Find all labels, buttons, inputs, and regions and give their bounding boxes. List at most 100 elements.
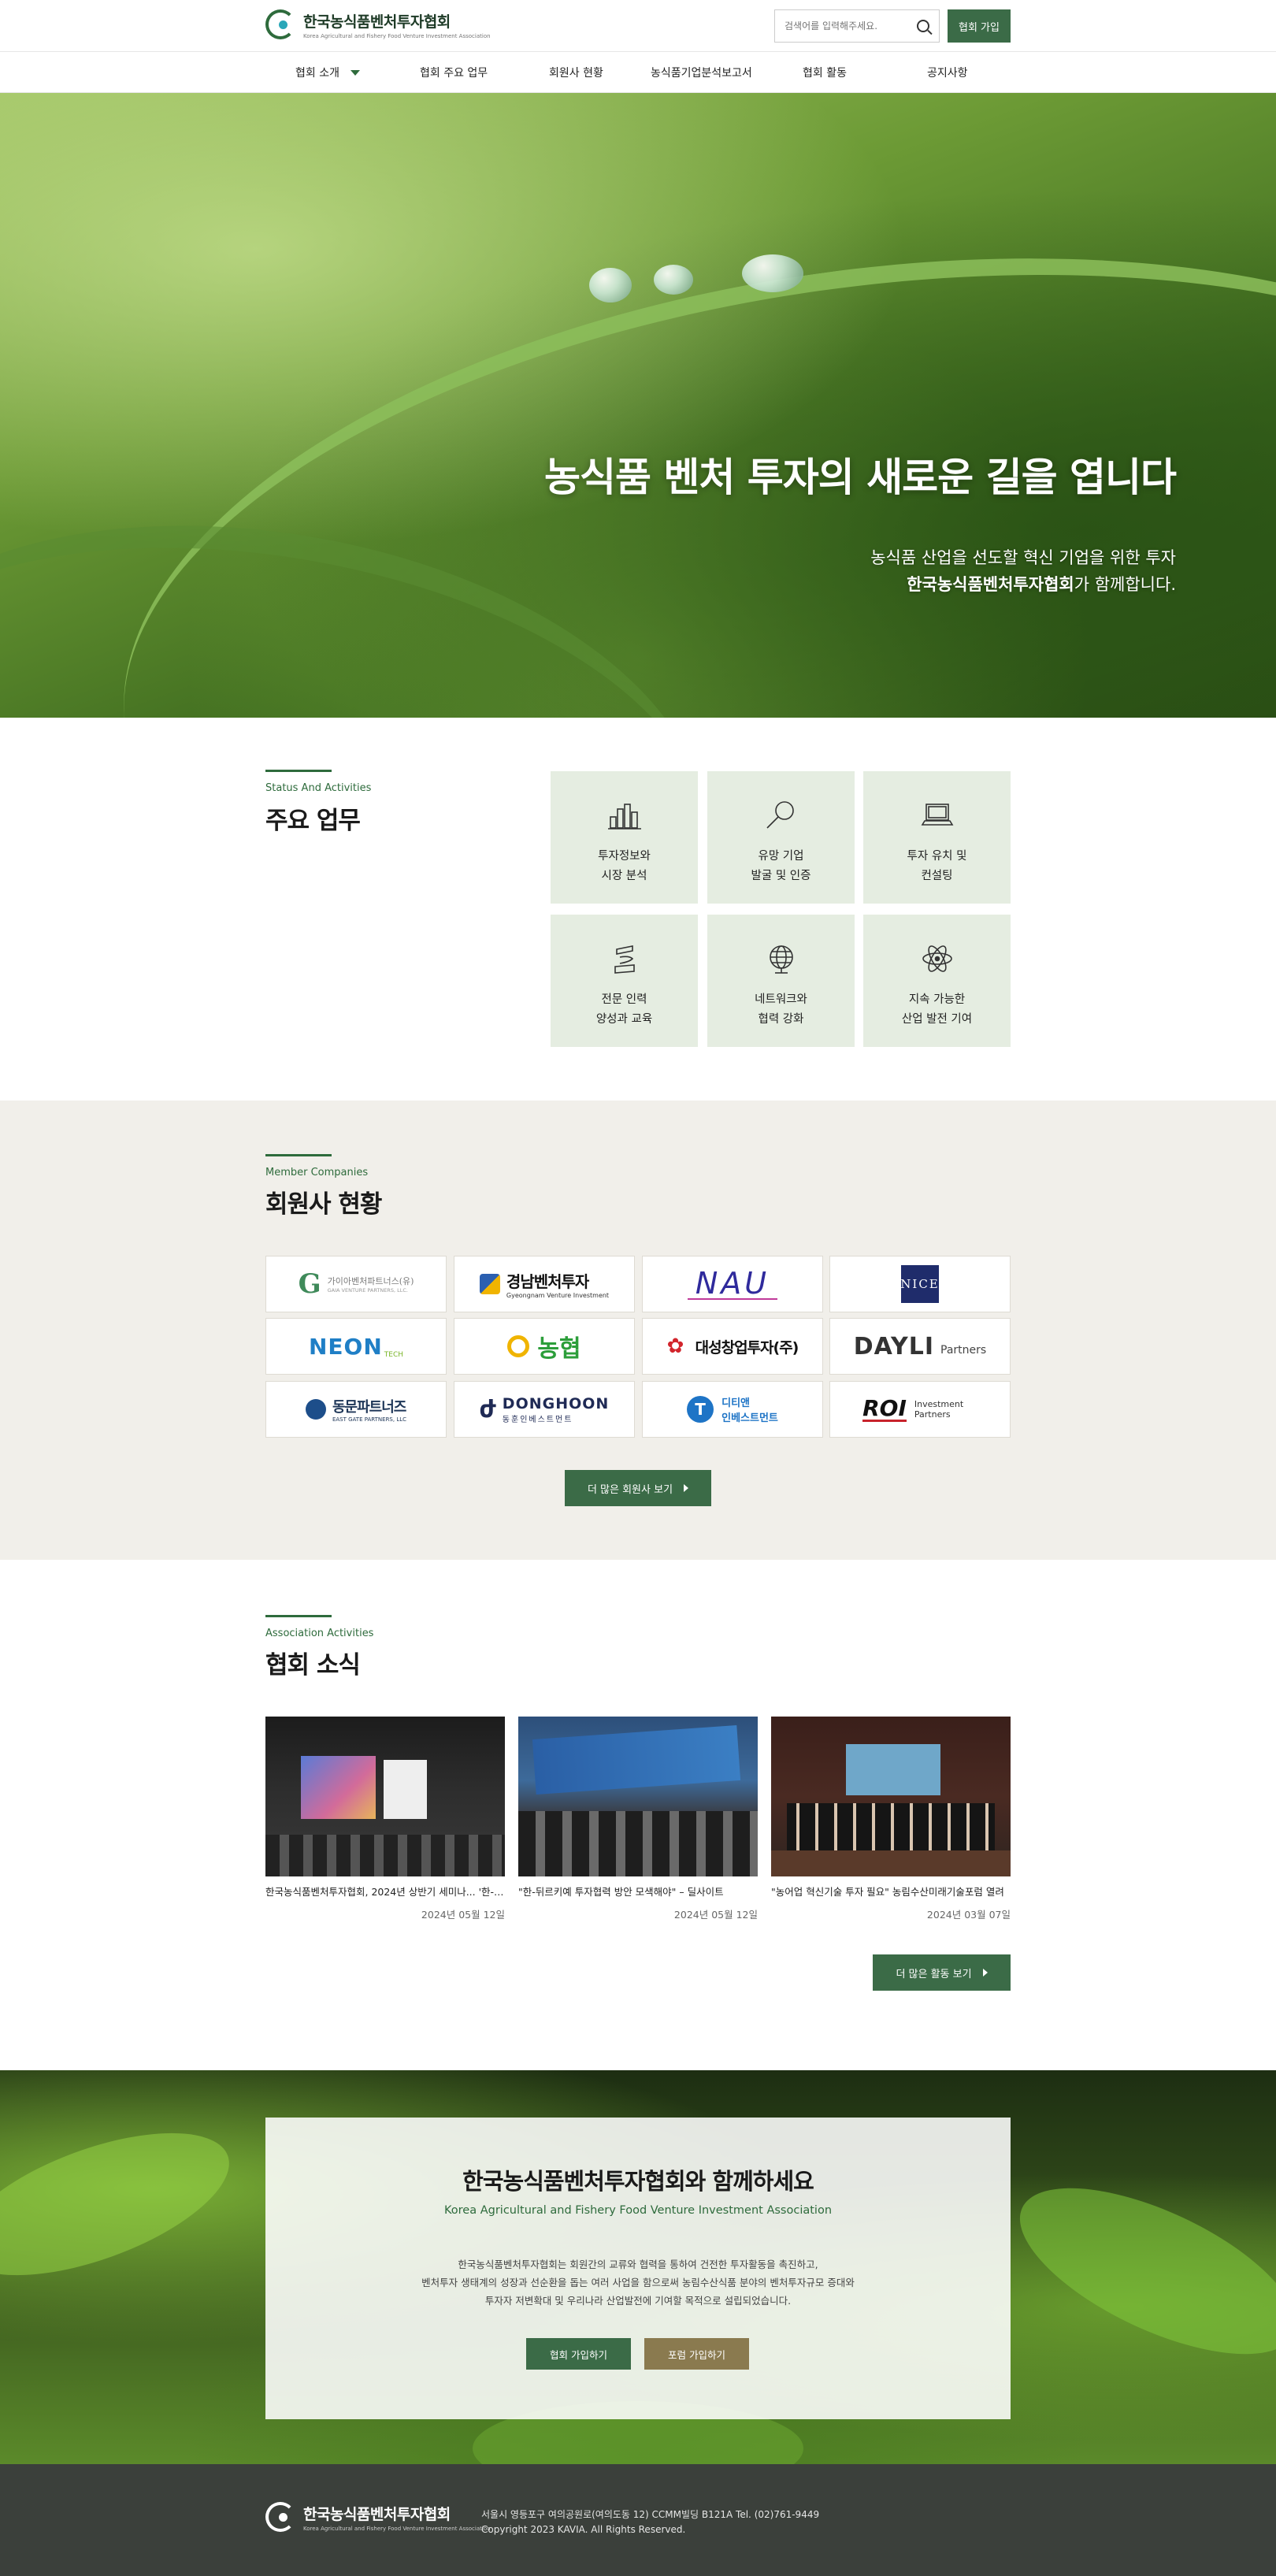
daesung-mark-icon: ✿ <box>666 1334 684 1358</box>
search-input[interactable] <box>785 20 917 32</box>
section-bar <box>265 770 332 772</box>
label-line: 양성과 교육 <box>595 1013 653 1026</box>
member-logo-donghoon[interactable]: ժ DONGHOON 동훈인베스트먼트 <box>454 1381 635 1438</box>
hero-subtitle-rest: 가 함께합니다. <box>1074 575 1176 594</box>
join-association-button[interactable]: 협회 가입하기 <box>526 2338 631 2370</box>
member-logo-roi[interactable]: ROI Investment Partners <box>829 1381 1011 1438</box>
cta-title: 한국농식품벤처투자협회와 함께하세요 <box>462 2168 814 2195</box>
logo-name: 대성창업투자(주) <box>695 1338 799 1357</box>
footer-logo-subtitle: Korea Agricultural and Fishery Food Vent… <box>303 2525 491 2532</box>
group-photo <box>787 1803 995 1850</box>
nav-item-reports[interactable]: 농식품기업분석보고서 <box>651 52 752 93</box>
water-drop <box>654 265 693 295</box>
business-card[interactable]: 유망 기업 발굴 및 인증 <box>707 771 855 904</box>
button-label: 더 많은 활동 보기 <box>896 1968 972 1980</box>
nh-mark-icon <box>507 1335 530 1357</box>
dtn-mark-icon: T <box>687 1396 714 1423</box>
member-logo-daesung[interactable]: ✿ 대성창업투자(주) <box>642 1318 823 1375</box>
nav-item-label: 협회 소개 <box>295 67 339 80</box>
news-image[interactable] <box>518 1717 758 1876</box>
logo-name: NAU <box>687 1268 778 1300</box>
news-item-date: 2024년 05월 12일 <box>421 1909 505 1921</box>
logo-name: 농협 <box>537 1335 581 1363</box>
cta-paragraph-line: 한국농식품벤처투자협회는 회원간의 교류와 협력을 통하여 건전한 투자활동을 … <box>458 2259 818 2270</box>
label-line: 전문 인력 <box>601 993 647 1006</box>
news-item-title[interactable]: "한-뒤르키예 투자협력 방안 모색해야" – 딜사이트 <box>518 1884 758 1899</box>
logo-text: 경남벤처투자 Gyeongnam Venture Investment <box>506 1269 609 1299</box>
member-logo-nice[interactable]: NICE <box>829 1256 1011 1312</box>
section-bar <box>265 1615 332 1617</box>
arrow-right-icon <box>684 1484 689 1492</box>
business-card-label: 유망 기업 발굴 및 인증 <box>751 847 811 886</box>
logo-sub: TECH <box>384 1351 404 1359</box>
logo-name: 동문파트너즈 <box>332 1399 406 1416</box>
news-item-title[interactable]: 한국농식품벤처투자협회, 2024년 상반기 세미나... '한-뒤... <box>265 1884 505 1899</box>
nav-item-activities[interactable]: 협회 활동 <box>803 52 847 93</box>
footer-logo-title: 한국농식품벤처투자협회 <box>303 2505 451 2523</box>
member-logo-dayli[interactable]: DAYLI Partners <box>829 1318 1011 1375</box>
more-members-button[interactable]: 더 많은 회원사 보기 <box>565 1470 711 1506</box>
hero-title: 농식품 벤처 투자의 새로운 길을 엽니다 <box>543 455 1177 500</box>
logo-name: NICE <box>900 1265 939 1303</box>
footer-address: 서울시 영등포구 여의공원로(여의도동 12) CCMM빌딩 B121A Tel… <box>481 2509 820 2520</box>
business-eyebrow: Status And Activities <box>265 782 372 794</box>
audience <box>518 1811 758 1876</box>
magnifier-icon <box>766 801 794 829</box>
logo-sub: Partners <box>940 1344 987 1357</box>
join-forum-button[interactable]: 포럼 가입하기 <box>644 2338 749 2370</box>
gyeongnam-mark-icon <box>479 1274 500 1294</box>
business-card[interactable]: 투자정보와 시장 분석 <box>551 771 698 904</box>
hero-subtitle-2: 한국농식품벤처투자협회가 함께합니다. <box>907 572 1176 596</box>
atom-icon <box>922 945 952 972</box>
label-line: 발굴 및 인증 <box>751 870 811 882</box>
business-card[interactable]: 전문 인력양성과 교육 <box>551 915 698 1047</box>
business-card[interactable]: 네트워크와 협력 강화 <box>707 915 855 1047</box>
sprout-leaf <box>0 2103 247 2305</box>
nav-item-members[interactable]: 회원사 현황 <box>549 52 603 93</box>
nav-item-about[interactable]: 협회 소개 <box>295 52 360 93</box>
member-logo-dtn[interactable]: T 디티앤 인베스트먼트 <box>642 1381 823 1438</box>
main-nav: 협회 소개 협회 주요 업무 회원사 현황 농식품기업분석보고서 협회 활동 공… <box>0 52 1276 93</box>
member-logo-gyeongnam[interactable]: 경남벤처투자 Gyeongnam Venture Investment <box>454 1256 635 1312</box>
search-icon[interactable] <box>917 20 929 32</box>
business-card[interactable]: 투자 유치 및 컨설팅 <box>863 771 1011 904</box>
donghoon-mark-icon: ժ <box>479 1395 496 1423</box>
logo-text: 한국농식품벤처투자협회 Korea Agricultural and Fishe… <box>303 10 491 39</box>
bar-chart-icon <box>607 804 641 830</box>
logo-sub: Gyeongnam Venture Investment <box>506 1292 610 1299</box>
more-activities-button[interactable]: 더 많은 활동 보기 <box>873 1954 1011 1991</box>
logo-sub: Investment Partners <box>914 1399 964 1420</box>
business-card[interactable]: 지속 가능한 산업 발전 기여 <box>863 915 1011 1047</box>
event-banner <box>532 1725 741 1795</box>
nav-item-business[interactable]: 협회 주요 업무 <box>420 52 488 93</box>
join-button[interactable]: 협회 가입 <box>948 9 1011 43</box>
eastgate-mark-icon <box>305 1399 326 1420</box>
member-logo-gaia[interactable]: G 가이아벤처파트너스(유) GAIA VENTURE PARTNERS, LL… <box>265 1256 447 1312</box>
news-title: 협회 소식 <box>265 1651 361 1680</box>
news-image[interactable] <box>771 1717 1011 1876</box>
hero-banner: 농식품 벤처 투자의 새로운 길을 엽니다 농식품 산업을 선도할 혁신 기업을… <box>0 93 1276 718</box>
member-logo-nh[interactable]: 농협 <box>454 1318 635 1375</box>
logo-text: 디티앤 인베스트먼트 <box>721 1394 778 1424</box>
news-item-title[interactable]: "농어업 혁신기술 투자 필요" 농림수산미래기술포럼 열려 <box>771 1884 1011 1899</box>
logo-text: DONGHOON 동훈인베스트먼트 <box>503 1395 610 1424</box>
site-logo[interactable]: 한국농식품벤처투자협회 Korea Agricultural and Fishe… <box>265 9 491 39</box>
news-image[interactable] <box>265 1717 505 1876</box>
section-bar <box>265 1154 332 1156</box>
member-logo-nau[interactable]: NAU <box>642 1256 823 1312</box>
hero-subtitle-1: 농식품 산업을 선도할 혁신 기업을 위한 투자 <box>870 548 1176 567</box>
member-logo-eastgate[interactable]: 동문파트너즈 EAST GATE PARTNERS, LLC <box>265 1381 447 1438</box>
news-item-date: 2024년 03월 07일 <box>926 1909 1011 1921</box>
logo-name: 디티앤 <box>721 1397 750 1409</box>
business-card-label: 네트워크와 협력 강화 <box>755 990 807 1030</box>
label-line: 협력 강화 <box>758 1013 804 1026</box>
label-line: 컨설팅 <box>921 870 953 882</box>
logo-text: 가이아벤처파트너스(유) GAIA VENTURE PARTNERS, LLC. <box>328 1275 414 1294</box>
nav-item-notice[interactable]: 공지사항 <box>927 52 968 93</box>
water-drop <box>589 268 632 303</box>
business-card-label: 투자정보와 시장 분석 <box>598 847 651 886</box>
members-title: 회원사 현황 <box>265 1190 382 1219</box>
footer-logo[interactable]: 한국농식품벤처투자협회 Korea Agricultural and Fishe… <box>265 2502 491 2532</box>
member-logo-neon[interactable]: NEON TECH <box>265 1318 447 1375</box>
logo-name: 가이아벤처파트너스(유) <box>327 1276 414 1286</box>
